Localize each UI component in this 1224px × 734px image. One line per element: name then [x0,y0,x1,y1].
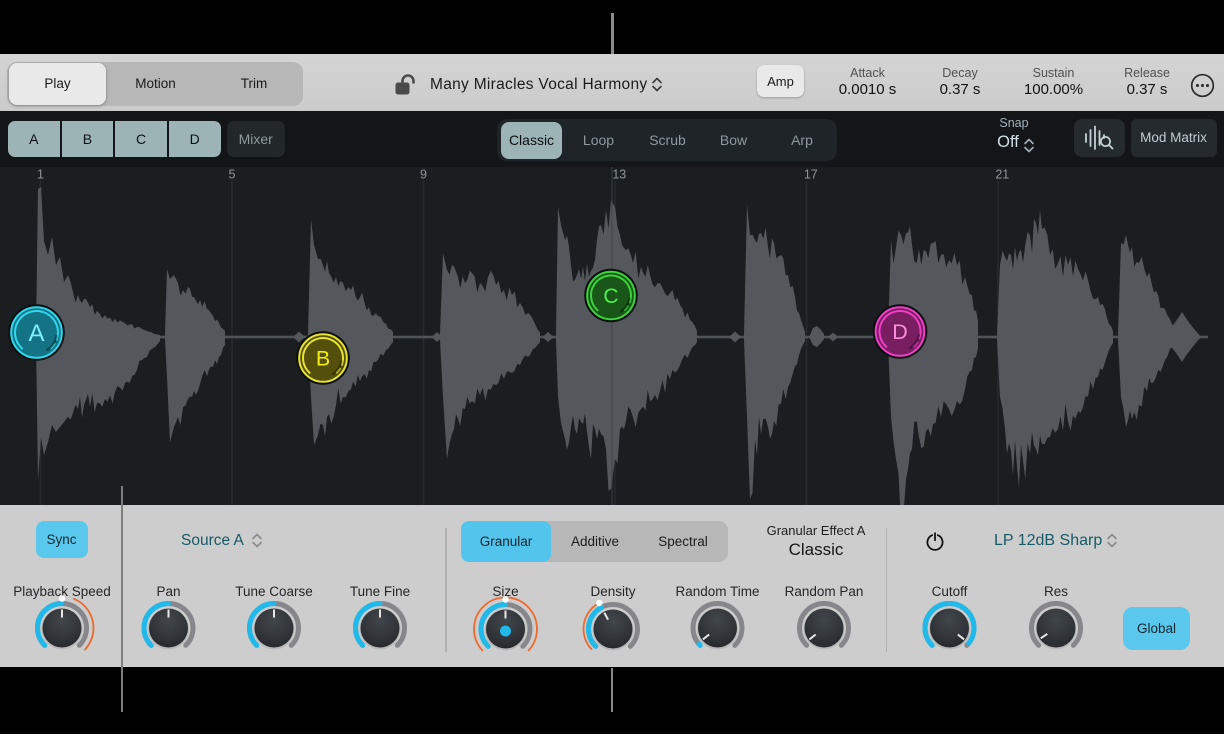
svg-text:1: 1 [37,168,44,182]
svg-text:B: B [316,347,330,371]
svg-text:13: 13 [612,168,626,182]
svg-text:C: C [603,285,618,308]
svg-text:9: 9 [420,168,427,182]
svg-text:21: 21 [995,168,1009,182]
svg-text:D: D [892,320,908,344]
svg-text:5: 5 [229,168,236,182]
svg-text:A: A [28,320,44,347]
svg-text:17: 17 [804,168,818,182]
